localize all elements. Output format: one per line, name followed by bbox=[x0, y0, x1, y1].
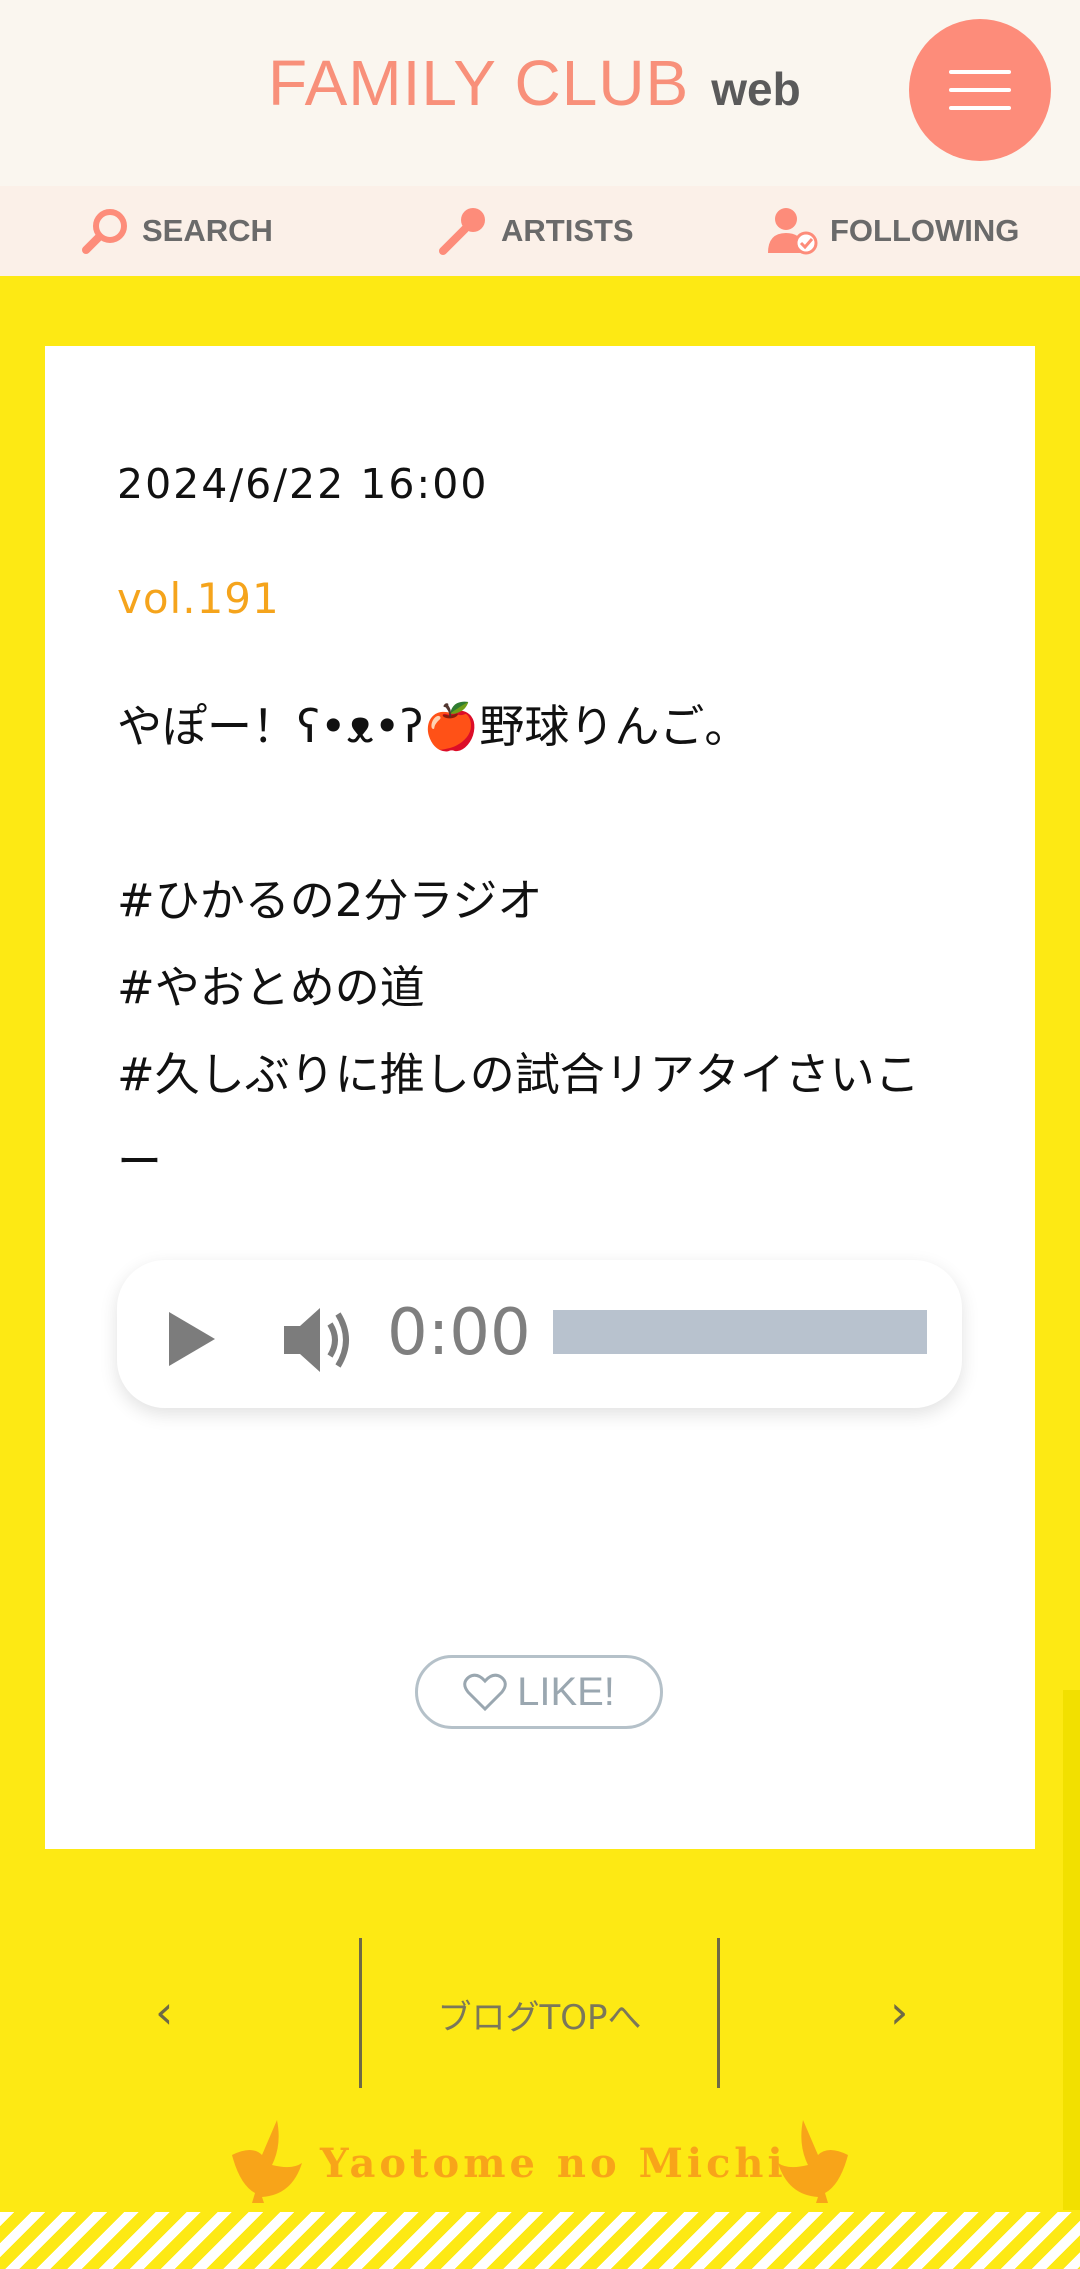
blog-top-link[interactable]: ブログTOPへ bbox=[362, 1990, 717, 2039]
pager-divider bbox=[717, 1938, 720, 2088]
nav-search[interactable]: SEARCH bbox=[80, 186, 273, 276]
footer-stripes bbox=[0, 2212, 1080, 2269]
hamburger-line bbox=[949, 106, 1011, 110]
post-volume: vol.191 bbox=[117, 574, 280, 623]
search-icon bbox=[82, 209, 127, 254]
menu-button[interactable] bbox=[909, 19, 1051, 161]
bird-left-icon bbox=[232, 2120, 302, 2203]
user-check-icon bbox=[768, 208, 818, 255]
scrollbar[interactable] bbox=[1063, 1690, 1080, 2210]
bird-right-icon bbox=[778, 2120, 848, 2203]
nav-artists-label: ARTISTS bbox=[501, 213, 634, 248]
post-date: 2024/6/22 16:00 bbox=[117, 460, 489, 508]
next-post-link[interactable]: › bbox=[890, 1985, 908, 2039]
logo-sub-text: web bbox=[711, 63, 801, 115]
post-line: #やおとめの道 bbox=[117, 961, 425, 1014]
previous-post-link[interactable]: ‹ bbox=[155, 1985, 173, 2039]
footer-title: Yaotome no Michi bbox=[320, 2140, 787, 2187]
audio-player: 0:00 bbox=[117, 1260, 962, 1408]
audio-time: 0:00 bbox=[387, 1296, 531, 1370]
audio-seek-bar[interactable] bbox=[553, 1310, 927, 1354]
microphone-icon bbox=[439, 208, 485, 255]
hamburger-line bbox=[949, 88, 1011, 92]
nav-following[interactable]: FOLLOWING bbox=[766, 186, 1019, 276]
post-line: #ひかるの2分ラジオ bbox=[117, 874, 543, 927]
volume-icon[interactable] bbox=[282, 1304, 362, 1376]
hamburger-menu-icon bbox=[949, 70, 1011, 74]
main-nav: SEARCH ARTISTS FOLLOWING bbox=[0, 186, 1080, 276]
site-header: FAMILY CLUB web bbox=[0, 0, 1080, 186]
nav-artists[interactable]: ARTISTS bbox=[437, 186, 634, 276]
post-line: ー bbox=[117, 1135, 163, 1188]
post-line: #久しぶりに推しの試合リアタイさいこ bbox=[117, 1048, 920, 1101]
site-logo[interactable]: FAMILY CLUB web bbox=[268, 46, 801, 120]
logo-main-text: FAMILY CLUB bbox=[268, 47, 690, 119]
nav-following-label: FOLLOWING bbox=[830, 213, 1020, 248]
heart-icon bbox=[463, 1673, 507, 1712]
nav-search-label: SEARCH bbox=[142, 213, 273, 248]
like-label: LIKE! bbox=[517, 1669, 615, 1714]
post-line: やぽー！ʕ•ᴥ•ʔ🍎野球りんご。 bbox=[117, 700, 750, 753]
play-icon[interactable] bbox=[167, 1310, 217, 1368]
like-button[interactable]: LIKE! bbox=[415, 1655, 663, 1729]
post-body: やぽー！ʕ•ᴥ•ʔ🍎野球りんご。 #ひかるの2分ラジオ #やおとめの道 #久しぶ… bbox=[117, 683, 947, 1205]
